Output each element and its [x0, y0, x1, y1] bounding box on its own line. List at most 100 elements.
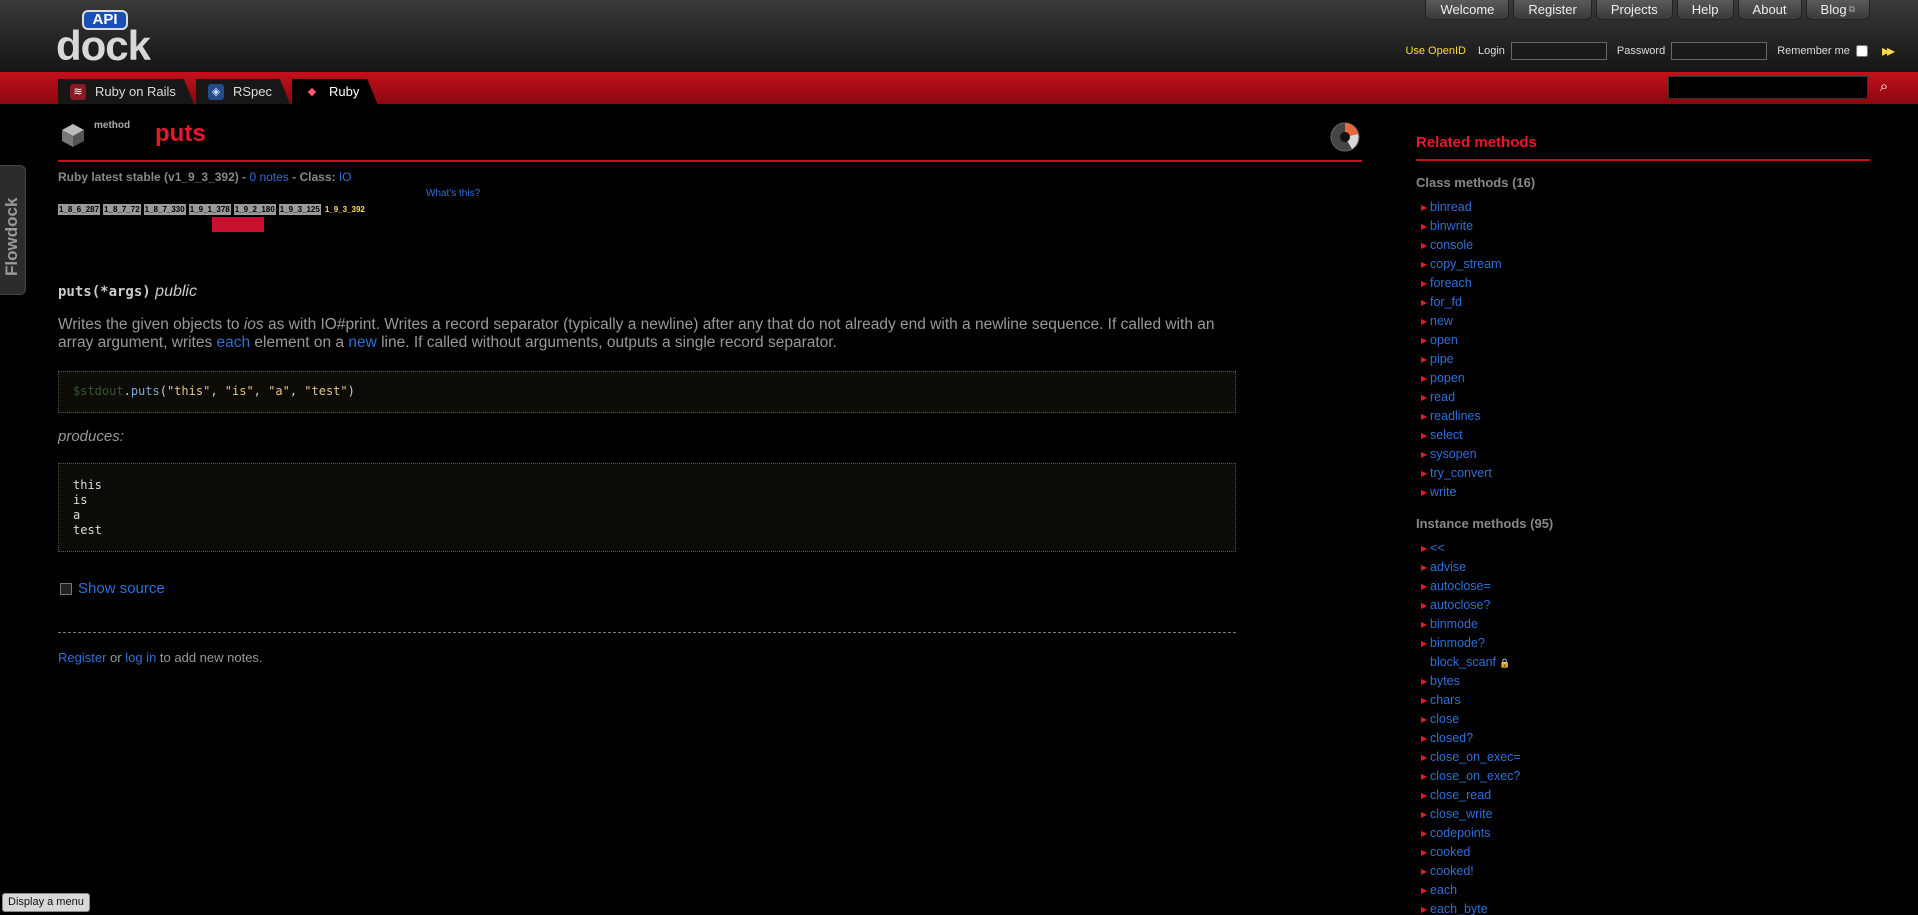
method-link[interactable]: binread — [1430, 200, 1472, 214]
method-list-item[interactable]: ▶ autoclose= — [1416, 577, 1870, 596]
method-list-item[interactable]: ▶ << — [1416, 539, 1870, 558]
method-list-item[interactable]: ▶ close_read — [1416, 786, 1870, 805]
method-link[interactable]: bytes — [1430, 674, 1460, 688]
remember-me-checkbox[interactable] — [1855, 45, 1868, 57]
method-link[interactable]: popen — [1430, 371, 1465, 385]
new-link[interactable]: new — [348, 334, 376, 351]
version-item[interactable]: 1_8_7_72 — [103, 204, 141, 215]
search-icon[interactable]: ⌕ — [1874, 76, 1894, 98]
method-link[interactable]: select — [1430, 428, 1463, 442]
method-link[interactable]: try_convert — [1430, 466, 1492, 480]
method-link[interactable]: close_on_exec? — [1430, 769, 1520, 783]
password-input[interactable] — [1671, 42, 1768, 60]
method-link[interactable]: read — [1430, 390, 1455, 404]
method-link[interactable]: console — [1430, 238, 1473, 252]
apidock-logo[interactable]: API dock — [56, 10, 156, 69]
method-list-item[interactable]: ▶ close — [1416, 710, 1870, 729]
nav-help[interactable]: Help — [1676, 0, 1734, 20]
method-link[interactable]: binwrite — [1430, 219, 1473, 233]
method-list-item[interactable]: ▶ autoclose? — [1416, 596, 1870, 615]
method-list-item[interactable]: ▶ new — [1416, 312, 1870, 331]
method-link[interactable]: autoclose? — [1430, 598, 1490, 612]
method-list-item[interactable]: ▶ binmode — [1416, 615, 1870, 634]
version-item[interactable]: 1_8_7_330 — [143, 204, 186, 215]
version-item[interactable]: 1_9_3_125 — [278, 204, 321, 215]
method-list-item[interactable]: ▶ binread — [1416, 198, 1870, 217]
use-openid-link[interactable]: Use OpenID — [1405, 45, 1466, 57]
method-link[interactable]: sysopen — [1430, 447, 1477, 461]
method-list-item[interactable]: ▶ foreach — [1416, 274, 1870, 293]
method-list-item[interactable]: ▶ close_on_exec= — [1416, 748, 1870, 767]
method-list-item[interactable]: ▶ try_convert — [1416, 464, 1870, 483]
nav-register[interactable]: Register — [1513, 0, 1592, 20]
tab-rspec[interactable]: ◈ RSpec — [196, 79, 290, 104]
method-list-item[interactable]: ▶ binmode? — [1416, 634, 1870, 653]
nav-welcome[interactable]: Welcome — [1425, 0, 1510, 20]
method-link[interactable]: pipe — [1430, 352, 1454, 366]
flowdock-tab[interactable]: Flowdock — [0, 165, 26, 295]
method-list-item[interactable]: ▶ binwrite — [1416, 217, 1870, 236]
method-list-item[interactable]: ▶ close_on_exec? — [1416, 767, 1870, 786]
method-list-item[interactable]: ▶ codepoints — [1416, 824, 1870, 843]
method-link[interactable]: closed? — [1430, 731, 1473, 745]
nav-projects[interactable]: Projects — [1595, 0, 1673, 20]
method-list-item[interactable]: ▶ read — [1416, 388, 1870, 407]
method-link[interactable]: each_byte — [1430, 902, 1488, 915]
method-link[interactable]: foreach — [1430, 276, 1472, 290]
method-link[interactable]: write — [1430, 485, 1456, 499]
search-input[interactable] — [1668, 76, 1868, 99]
method-list-item[interactable]: ▶ open — [1416, 331, 1870, 350]
method-list-item[interactable]: ▶ select — [1416, 426, 1870, 445]
method-list-item[interactable]: ▶ each_byte — [1416, 900, 1870, 915]
version-item[interactable]: 1_8_6_287 — [58, 204, 101, 215]
method-link[interactable]: close_write — [1430, 807, 1493, 821]
register-link[interactable]: Register — [58, 650, 106, 665]
method-link[interactable]: readlines — [1430, 409, 1481, 423]
class-link[interactable]: IO — [339, 170, 352, 184]
show-source-toggle[interactable]: Show source — [60, 580, 165, 597]
display-menu-button[interactable]: Display a menu — [2, 893, 90, 912]
method-link[interactable]: chars — [1430, 693, 1461, 707]
nav-about[interactable]: About — [1737, 0, 1802, 20]
method-list-item[interactable]: block_scanf 🔒 — [1416, 653, 1870, 672]
method-link[interactable]: << — [1430, 541, 1445, 555]
notes-count-link[interactable]: 0 notes — [249, 170, 288, 184]
method-list-item[interactable]: ▶ cooked! — [1416, 862, 1870, 881]
method-link[interactable]: cooked! — [1430, 864, 1474, 878]
method-link[interactable]: binmode — [1430, 617, 1478, 631]
method-link[interactable]: for_fd — [1430, 295, 1462, 309]
method-link[interactable]: open — [1430, 333, 1458, 347]
method-link[interactable]: block_scanf — [1430, 655, 1496, 669]
method-list-item[interactable]: ▶ readlines — [1416, 407, 1870, 426]
method-list-item[interactable]: ▶ cooked — [1416, 843, 1870, 862]
method-list-item[interactable]: ▶ close_write — [1416, 805, 1870, 824]
method-link[interactable]: close_on_exec= — [1430, 750, 1521, 764]
version-item[interactable]: 1_9_2_180 — [233, 204, 276, 215]
method-link[interactable]: copy_stream — [1430, 257, 1502, 271]
login-input[interactable] — [1510, 42, 1607, 60]
method-list-item[interactable]: ▶ bytes — [1416, 672, 1870, 691]
show-source-link[interactable]: Show source — [78, 580, 165, 597]
method-link[interactable]: advise — [1430, 560, 1466, 574]
method-list-item[interactable]: ▶ copy_stream — [1416, 255, 1870, 274]
method-list-item[interactable]: ▶ pipe — [1416, 350, 1870, 369]
method-link[interactable]: binmode? — [1430, 636, 1485, 650]
method-list-item[interactable]: ▶ closed? — [1416, 729, 1870, 748]
login-link[interactable]: log in — [125, 650, 156, 665]
each-link[interactable]: each — [217, 334, 251, 351]
method-link[interactable]: autoclose= — [1430, 579, 1491, 593]
method-list-item[interactable]: ▶ for_fd — [1416, 293, 1870, 312]
method-link[interactable]: each — [1430, 883, 1457, 897]
tab-ruby-on-rails[interactable]: ≋ Ruby on Rails — [58, 79, 194, 104]
method-list-item[interactable]: ▶ advise — [1416, 558, 1870, 577]
whats-this-link[interactable]: What's this? — [426, 188, 480, 199]
method-link[interactable]: new — [1430, 314, 1453, 328]
method-list-item[interactable]: ▶ popen — [1416, 369, 1870, 388]
version-item[interactable]: 1_9_1_378 — [188, 204, 231, 215]
method-list-item[interactable]: ▶ chars — [1416, 691, 1870, 710]
method-list-item[interactable]: ▶ console — [1416, 236, 1870, 255]
method-list-item[interactable]: ▶ each — [1416, 881, 1870, 900]
method-link[interactable]: close — [1430, 712, 1459, 726]
method-list-item[interactable]: ▶ sysopen — [1416, 445, 1870, 464]
version-item-current[interactable]: 1_9_3_392 — [324, 204, 366, 215]
